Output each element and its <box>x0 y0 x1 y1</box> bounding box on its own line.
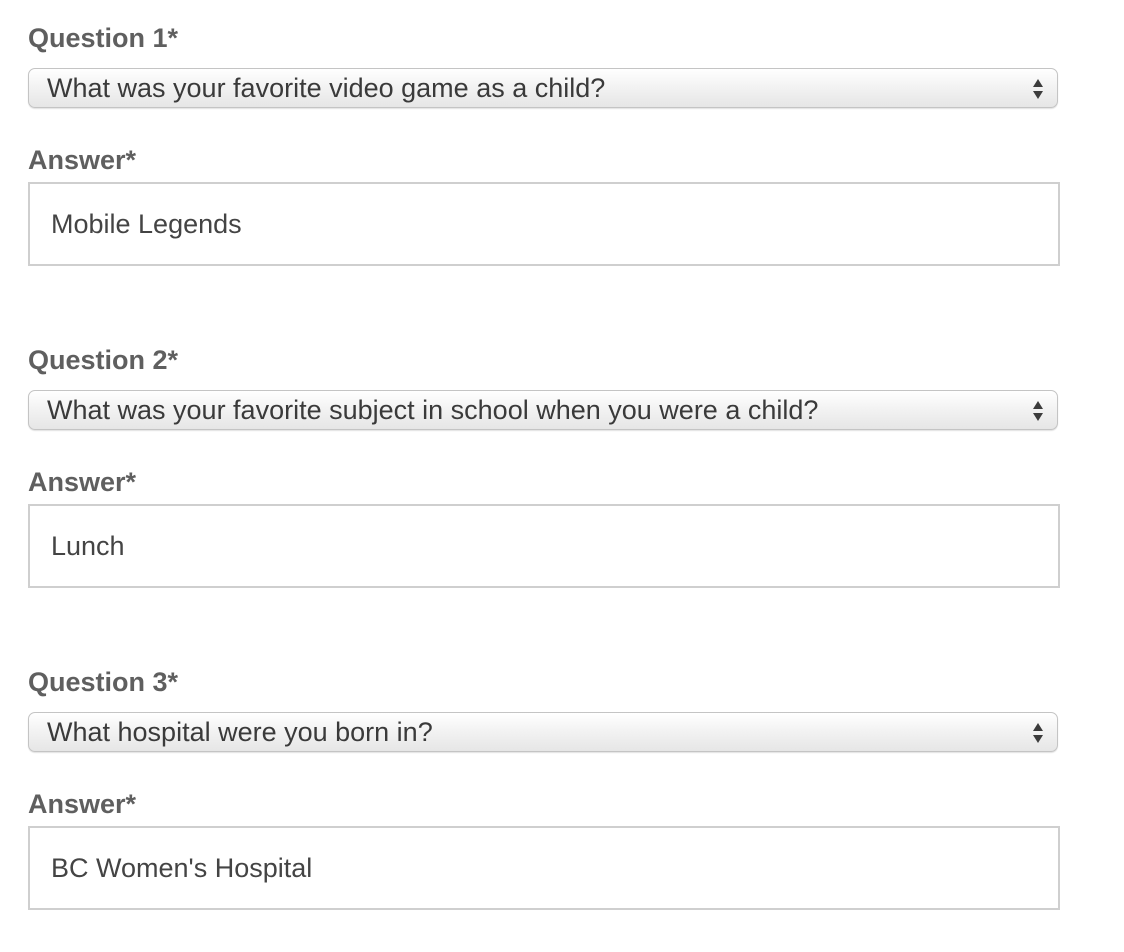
answer-1-value: Mobile Legends <box>51 209 242 239</box>
question-3-label: Question 3* <box>28 667 179 697</box>
answer-3-input[interactable]: BC Women's Hospital <box>28 826 1060 910</box>
up-down-chevron-icon <box>1033 723 1043 743</box>
question-3-selected-value: What hospital were you born in? <box>47 717 433 747</box>
answer-3-label: Answer* <box>28 789 137 819</box>
answer-2-input[interactable]: Lunch <box>28 504 1060 588</box>
question-1-label: Question 1* <box>28 23 179 53</box>
question-1-selected-value: What was your favorite video game as a c… <box>47 73 606 103</box>
question-1-select[interactable]: What was your favorite video game as a c… <box>28 68 1058 108</box>
question-2-selected-value: What was your favorite subject in school… <box>47 395 819 425</box>
question-3-select[interactable]: What hospital were you born in? <box>28 712 1058 752</box>
up-down-chevron-icon <box>1033 79 1043 99</box>
answer-1-input[interactable]: Mobile Legends <box>28 182 1060 266</box>
question-2-select[interactable]: What was your favorite subject in school… <box>28 390 1058 430</box>
up-down-chevron-icon <box>1033 401 1043 421</box>
answer-2-value: Lunch <box>51 531 125 561</box>
answer-3-value: BC Women's Hospital <box>51 853 313 883</box>
answer-1-label: Answer* <box>28 145 137 175</box>
question-2-label: Question 2* <box>28 345 179 375</box>
answer-2-label: Answer* <box>28 467 137 497</box>
